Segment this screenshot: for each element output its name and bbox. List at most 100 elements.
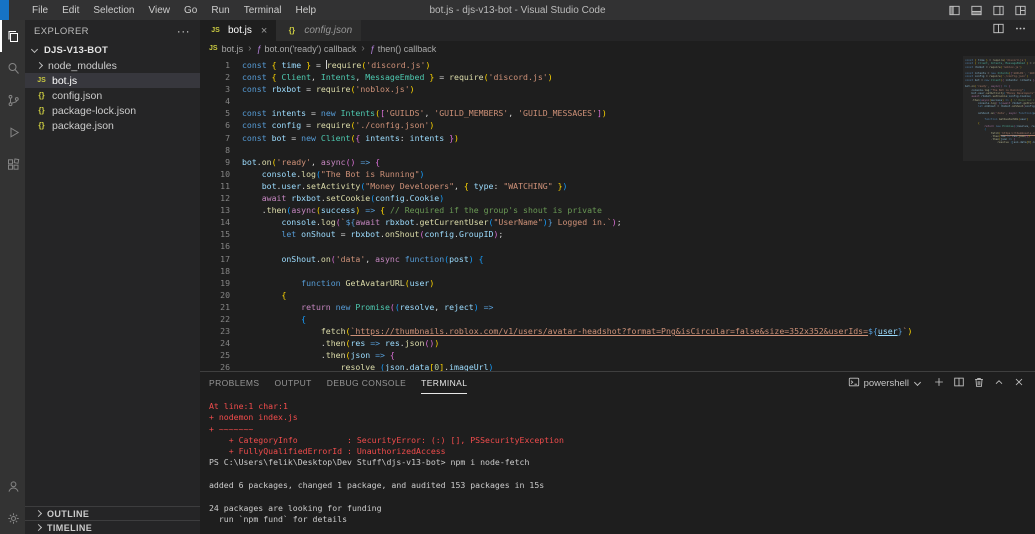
menu-edit[interactable]: Edit bbox=[55, 0, 86, 20]
line-number[interactable]: 11 bbox=[200, 180, 230, 192]
line-number[interactable]: 9 bbox=[200, 156, 230, 168]
panel-tab-output[interactable]: OUTPUT bbox=[274, 372, 311, 394]
activity-settings-button[interactable] bbox=[0, 502, 25, 534]
section-outline[interactable]: OUTLINE bbox=[25, 506, 200, 520]
line-number[interactable]: 5 bbox=[200, 107, 230, 119]
code-line[interactable]: 26 resolve (json.data[0].imageUrl) bbox=[200, 361, 1035, 371]
code-line[interactable]: 12 await rbxbot.setCookie(config.Cookie) bbox=[200, 192, 1035, 204]
activity-explorer-button[interactable] bbox=[0, 20, 25, 52]
menu-file[interactable]: File bbox=[25, 0, 55, 20]
menu-go[interactable]: Go bbox=[177, 0, 204, 20]
line-number[interactable]: 19 bbox=[200, 277, 230, 289]
code-line[interactable]: 8 bbox=[200, 144, 1035, 156]
tab-config.json[interactable]: {} config.json bbox=[276, 20, 362, 41]
breadcrumb-item[interactable]: JS bot.js bbox=[209, 44, 243, 54]
line-number[interactable]: 3 bbox=[200, 83, 230, 95]
file-item-package-lock.json[interactable]: {} package-lock.json bbox=[25, 103, 200, 118]
code-line[interactable]: 2 const { Client, Intents, MessageEmbed }… bbox=[200, 71, 1035, 83]
code-line[interactable]: 9 bot.on('ready', async() => { bbox=[200, 156, 1035, 168]
line-number[interactable]: 4 bbox=[200, 95, 230, 107]
menu-selection[interactable]: Selection bbox=[86, 0, 141, 20]
menu-terminal[interactable]: Terminal bbox=[237, 0, 289, 20]
code-line[interactable]: 19 function GetAvatarURL(user) bbox=[200, 277, 1035, 289]
split-editor-icon[interactable] bbox=[992, 22, 1005, 40]
code-line[interactable]: 14 console.log(`${await rbxbot.getCurren… bbox=[200, 216, 1035, 228]
code-line[interactable]: 16 bbox=[200, 240, 1035, 252]
code-line[interactable]: 17 onShout.on('data', async function(pos… bbox=[200, 253, 1035, 265]
code-line[interactable]: 7 const bot = new Client({ intents: inten… bbox=[200, 132, 1035, 144]
code-line[interactable]: 5 const intents = new Intents(['GUILDS', … bbox=[200, 107, 1035, 119]
menu-run[interactable]: Run bbox=[204, 0, 236, 20]
code-line[interactable]: 25 .then(json => { bbox=[200, 349, 1035, 361]
shell-picker[interactable]: powershell bbox=[848, 376, 925, 391]
line-number[interactable]: 26 bbox=[200, 361, 230, 371]
activity-run-debug-button[interactable] bbox=[0, 116, 25, 148]
line-number[interactable]: 6 bbox=[200, 119, 230, 131]
file-item-config.json[interactable]: {} config.json bbox=[25, 88, 200, 103]
line-number[interactable]: 25 bbox=[200, 349, 230, 361]
explorer-root-folder[interactable]: DJS-V13-BOT bbox=[25, 42, 200, 58]
code-lines[interactable]: 1 const { time } = require('discord.js') 2… bbox=[200, 56, 1035, 371]
menu-help[interactable]: Help bbox=[289, 0, 324, 20]
split-terminal-icon[interactable] bbox=[953, 376, 965, 391]
code-line[interactable]: 6 const config = require('./config.json') bbox=[200, 119, 1035, 131]
tab-bot.js[interactable]: JS bot.js × bbox=[200, 20, 277, 41]
code-line[interactable]: 15 let onShout = rbxbot.onShout(config.G… bbox=[200, 228, 1035, 240]
minimap[interactable]: const { time } = require('discord.js') co… bbox=[963, 56, 1035, 371]
line-number[interactable]: 17 bbox=[200, 253, 230, 265]
more-actions-icon[interactable]: ··· bbox=[177, 25, 190, 37]
line-number[interactable]: 7 bbox=[200, 132, 230, 144]
line-number[interactable]: 22 bbox=[200, 313, 230, 325]
new-terminal-icon[interactable] bbox=[933, 376, 945, 391]
line-number[interactable]: 15 bbox=[200, 228, 230, 240]
file-item-bot.js[interactable]: JS bot.js bbox=[25, 73, 200, 88]
minimap-slider[interactable] bbox=[963, 56, 1035, 161]
terminal-output[interactable]: At line:1 char:1 + nodemon index.js + ~~~~… bbox=[200, 394, 1035, 534]
line-number[interactable]: 2 bbox=[200, 71, 230, 83]
code-line[interactable]: 11 bot.user.setActivity("Money Developer… bbox=[200, 180, 1035, 192]
line-number[interactable]: 21 bbox=[200, 301, 230, 313]
code-line[interactable]: 20 { bbox=[200, 289, 1035, 301]
code-line[interactable]: 18 bbox=[200, 265, 1035, 277]
file-item-package.json[interactable]: {} package.json bbox=[25, 118, 200, 133]
line-number[interactable]: 16 bbox=[200, 240, 230, 252]
line-number[interactable]: 24 bbox=[200, 337, 230, 349]
panel-tab-terminal[interactable]: TERMINAL bbox=[421, 372, 468, 394]
line-number[interactable]: 13 bbox=[200, 204, 230, 216]
close-panel-icon[interactable] bbox=[1013, 376, 1025, 391]
close-icon[interactable]: × bbox=[261, 25, 267, 36]
maximize-panel-icon[interactable] bbox=[993, 376, 1005, 391]
activity-source-control-button[interactable] bbox=[0, 84, 25, 116]
breadcrumb-item[interactable]: ƒ then() callback bbox=[370, 44, 437, 54]
kill-terminal-trash-icon[interactable] bbox=[973, 376, 985, 391]
code-line[interactable]: 3 const rbxbot = require('noblox.js') bbox=[200, 83, 1035, 95]
code-line[interactable]: 22 { bbox=[200, 313, 1035, 325]
code-line[interactable]: 23 fetch(`https://thumbnails.roblox.com/… bbox=[200, 325, 1035, 337]
code-line[interactable]: 13 .then(async(success) => { // Required… bbox=[200, 204, 1035, 216]
toggle-panel-icon[interactable] bbox=[970, 4, 983, 17]
more-actions-icon[interactable] bbox=[1014, 22, 1027, 40]
line-number[interactable]: 14 bbox=[200, 216, 230, 228]
toggle-sidebar-icon[interactable] bbox=[948, 4, 961, 17]
line-number[interactable]: 8 bbox=[200, 144, 230, 156]
activity-extensions-button[interactable] bbox=[0, 148, 25, 180]
line-number[interactable]: 12 bbox=[200, 192, 230, 204]
code-line[interactable]: 4 bbox=[200, 95, 1035, 107]
breadcrumb-item[interactable]: ƒ bot.on('ready') callback bbox=[256, 44, 356, 54]
section-timeline[interactable]: TIMELINE bbox=[25, 520, 200, 534]
code-line[interactable]: 10 console.log("The Bot is Running") bbox=[200, 168, 1035, 180]
activity-account-button[interactable] bbox=[0, 470, 25, 502]
activity-search-button[interactable] bbox=[0, 52, 25, 84]
toggle-secondary-sidebar-icon[interactable] bbox=[992, 4, 1005, 17]
code-line[interactable]: 24 .then(res => res.json()) bbox=[200, 337, 1035, 349]
line-number[interactable]: 23 bbox=[200, 325, 230, 337]
customize-layout-icon[interactable] bbox=[1014, 4, 1027, 17]
line-number[interactable]: 18 bbox=[200, 265, 230, 277]
code-line[interactable]: 21 return new Promise((resolve, reject) … bbox=[200, 301, 1035, 313]
menu-view[interactable]: View bbox=[142, 0, 178, 20]
code-line[interactable]: 1 const { time } = require('discord.js') bbox=[200, 59, 1035, 71]
line-number[interactable]: 20 bbox=[200, 289, 230, 301]
line-number[interactable]: 1 bbox=[200, 59, 230, 71]
file-item-node_modules[interactable]: node_modules bbox=[25, 58, 200, 73]
panel-tab-problems[interactable]: PROBLEMS bbox=[209, 372, 259, 394]
